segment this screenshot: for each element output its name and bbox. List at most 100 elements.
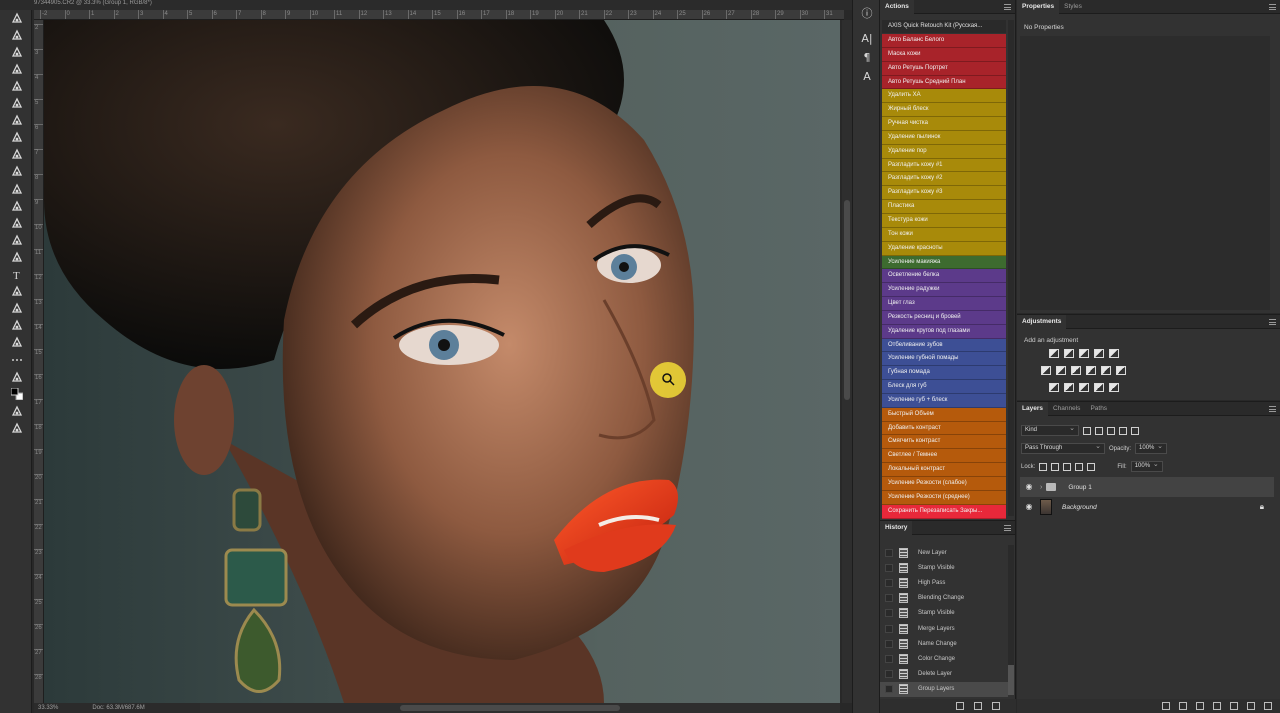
brush-tool-icon[interactable] (9, 130, 25, 145)
selective-color-icon[interactable] (1094, 383, 1104, 392)
action-item[interactable]: Быстрый Объем (882, 407, 1006, 422)
adjustment-filter-icon[interactable] (1095, 426, 1103, 435)
marquee-tool-icon[interactable] (9, 27, 25, 42)
swap-colors-icon[interactable] (9, 369, 25, 384)
action-item[interactable]: Пластика (882, 200, 1006, 214)
action-item[interactable]: Авто Ретушь Портрет (882, 61, 1006, 76)
history-state[interactable]: High Pass (880, 575, 1008, 590)
history-state[interactable]: Delete Layer (880, 667, 1008, 682)
action-item[interactable]: Разгладить кожу #2 (882, 172, 1006, 187)
action-item[interactable]: Усиление губ + блеск (882, 393, 1006, 408)
action-item[interactable]: Отбеливание зубов (882, 338, 1006, 353)
zoom-tool-icon[interactable] (9, 335, 25, 350)
action-item[interactable]: Усиление губной помады (882, 352, 1006, 367)
history-brush-source-checkbox[interactable] (885, 594, 893, 603)
action-item[interactable]: Авто Баланс Белого (882, 34, 1006, 48)
path-select-tool-icon[interactable] (9, 284, 25, 299)
smart-object-filter-icon[interactable] (1131, 426, 1139, 435)
document-tab[interactable]: 97344905.CR2 @ 33.3% (Group 1, RGB/8*) (34, 0, 204, 7)
history-scrollbar[interactable] (1008, 545, 1014, 695)
shape-filter-icon[interactable] (1119, 426, 1127, 435)
panel-menu-icon[interactable] (1269, 3, 1276, 10)
actions-scrollbar[interactable] (1008, 20, 1014, 516)
photo-filter-icon[interactable] (1086, 366, 1096, 375)
tab-actions[interactable]: Actions (880, 0, 914, 14)
action-set-name[interactable]: AXIS Quick Retouch Kit (Русская... (882, 20, 1006, 33)
channel-mixer-icon[interactable] (1101, 366, 1111, 375)
healing-brush-tool-icon[interactable] (9, 113, 25, 128)
action-item[interactable]: Удаление пылинок (882, 130, 1006, 145)
action-item[interactable]: Осветление белка (882, 269, 1006, 284)
history-brush-source-checkbox[interactable] (885, 624, 893, 633)
action-item[interactable]: Удаление пор (882, 144, 1006, 159)
history-brush-source-checkbox[interactable] (885, 654, 893, 663)
expand-arrow-icon[interactable]: › (1040, 484, 1042, 491)
trash-icon[interactable] (1264, 702, 1272, 710)
link-layers-icon[interactable] (1162, 702, 1170, 710)
new-group-icon[interactable] (1230, 702, 1238, 710)
action-item[interactable]: Усиление Резкости (среднее) (882, 490, 1006, 505)
action-item[interactable]: Блеск для губ (882, 380, 1006, 394)
history-brush-source-checkbox[interactable] (885, 670, 893, 679)
panel-menu-icon[interactable] (1269, 405, 1276, 412)
eyedropper-tool-icon[interactable] (9, 96, 25, 111)
vibrance-icon[interactable] (1109, 349, 1119, 358)
lock-pixels-icon[interactable] (1051, 462, 1060, 471)
history-state[interactable]: Stamp Visible (880, 606, 1008, 621)
type-filter-icon[interactable] (1107, 426, 1115, 435)
new-layer-icon[interactable] (1247, 702, 1255, 710)
color-swatches-icon[interactable] (9, 386, 25, 401)
tab-channels[interactable]: Channels (1048, 402, 1085, 416)
action-item[interactable]: Добавить контраст (882, 421, 1006, 436)
screen-mode-icon[interactable] (9, 420, 25, 435)
lock-position-icon[interactable] (1063, 462, 1072, 471)
action-item[interactable]: Локальный контраст (882, 463, 1006, 477)
action-item[interactable]: Текстура кожи (882, 213, 1006, 228)
history-state[interactable]: New Layer (880, 545, 1008, 560)
type-tool-icon[interactable]: T (9, 267, 25, 282)
action-item[interactable]: Усиление Резкости (слабое) (882, 477, 1006, 491)
history-brush-tool-icon[interactable] (9, 164, 25, 179)
zoom-level[interactable]: 33.33% (38, 705, 58, 711)
black-white-icon[interactable] (1071, 366, 1081, 375)
info-icon[interactable]: ⓘ (861, 8, 873, 20)
panel-menu-icon[interactable] (1004, 3, 1011, 10)
layer-row-background[interactable]: ◉ Background 🔒︎ (1020, 497, 1274, 517)
clone-stamp-tool-icon[interactable] (9, 147, 25, 162)
quick-mask-icon[interactable] (9, 403, 25, 418)
action-item[interactable]: Тон кожи (882, 227, 1006, 242)
exposure-icon[interactable] (1094, 349, 1104, 358)
fill-input[interactable]: 100% (1130, 460, 1163, 472)
tab-history[interactable]: History (880, 520, 913, 535)
history-brush-source-checkbox[interactable] (885, 578, 893, 587)
action-item[interactable]: Жирный блеск (882, 103, 1006, 118)
layer-mask-icon[interactable] (1196, 702, 1204, 710)
opacity-input[interactable]: 100% (1135, 442, 1168, 454)
invert-icon[interactable] (1049, 383, 1059, 392)
quick-select-tool-icon[interactable] (9, 61, 25, 76)
character-icon[interactable]: A| (861, 33, 873, 45)
layer-style-fx-icon[interactable] (1179, 702, 1187, 710)
action-item[interactable]: Разгладить кожу #3 (882, 186, 1006, 201)
threshold-icon[interactable] (1079, 383, 1089, 392)
action-item[interactable]: Смягчить контраст (882, 435, 1006, 450)
visibility-eye-icon[interactable]: ◉ (1024, 502, 1034, 512)
tab-adjustments[interactable]: Adjustments (1017, 314, 1067, 329)
history-brush-source-checkbox[interactable] (885, 548, 893, 557)
new-adjustment-layer-icon[interactable] (1213, 702, 1221, 710)
history-brush-source-checkbox[interactable] (885, 639, 893, 648)
tab-properties[interactable]: Properties (1017, 0, 1060, 14)
curves-icon[interactable] (1079, 349, 1089, 358)
glyphs-icon[interactable]: A (861, 71, 873, 83)
action-item[interactable]: Цвет глаз (882, 297, 1006, 311)
hue-saturation-icon[interactable] (1041, 366, 1051, 375)
history-brush-source-checkbox[interactable] (885, 685, 893, 694)
action-item[interactable]: Маска кожи (882, 47, 1006, 62)
move-tool-icon[interactable] (9, 10, 25, 25)
shape-tool-icon[interactable] (9, 301, 25, 316)
document-canvas[interactable] (44, 20, 840, 703)
action-item[interactable]: Резкость ресниц и бровей (882, 310, 1006, 325)
action-item[interactable]: Ручная чистка (882, 117, 1006, 131)
lasso-tool-icon[interactable] (9, 44, 25, 59)
action-item[interactable]: Светлее / Темнее (882, 449, 1006, 464)
